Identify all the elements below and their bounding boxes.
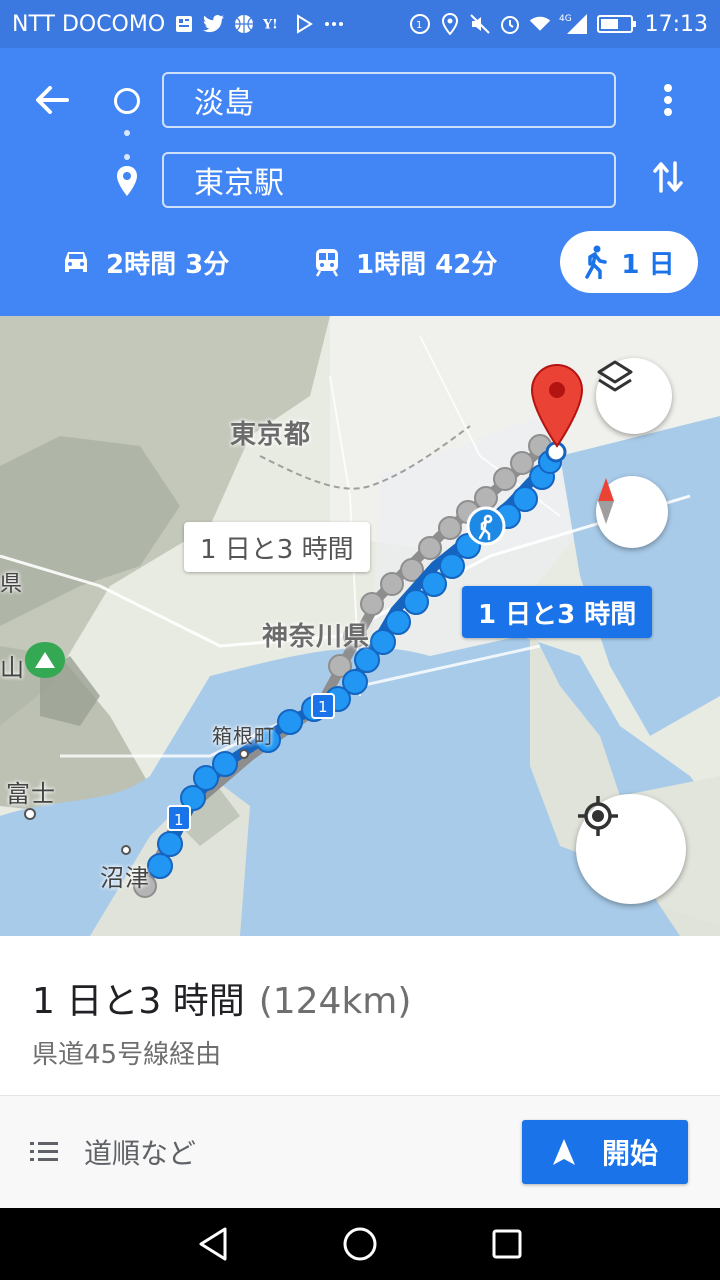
battery-icon (596, 13, 637, 35)
map-label-numazu: 沼津 (100, 864, 150, 892)
yahoo-icon: Y! (263, 13, 285, 35)
map-label-yama: 山 (0, 654, 25, 682)
triangle-back-icon (199, 1227, 227, 1261)
more-dots-icon (323, 13, 345, 35)
city-marker-numazu (121, 845, 131, 855)
svg-text:Y!: Y! (263, 18, 278, 33)
mode-car[interactable]: 2時間 3分 (60, 231, 229, 293)
steps-button[interactable]: 道順など (30, 1124, 196, 1180)
mode-transit-time: 1時間 42分 (356, 249, 498, 280)
map-label-hakone: 箱根町 (212, 724, 275, 748)
swap-vert-icon (653, 161, 683, 193)
status-left: NTT DOCOMO Y! (12, 12, 345, 37)
map-label-kanagawa: 神奈川県 (262, 622, 371, 652)
basketball-icon (233, 13, 255, 35)
mute-icon (469, 13, 491, 35)
car-icon (65, 252, 87, 272)
summary-distance: (124km) (258, 981, 412, 1022)
network-type: 4G (559, 14, 572, 24)
city-marker-fuji (24, 808, 36, 820)
compass-button[interactable] (596, 476, 668, 548)
swap-button[interactable] (644, 152, 692, 202)
svg-text:1: 1 (416, 20, 422, 31)
origin-text: 淡島 (194, 86, 254, 121)
status-bar: NTT DOCOMO Y! 1 4G 17:13 (0, 0, 720, 48)
play-store-icon (293, 13, 315, 35)
nav-recents-button[interactable] (483, 1220, 531, 1268)
circle-home-icon (343, 1227, 377, 1261)
route-connector (124, 130, 130, 160)
summary-via: 県道45号線経由 (32, 1040, 222, 1070)
park-marker-icon (25, 642, 65, 678)
back-arrow-icon (36, 86, 69, 114)
clock: 17:13 (644, 11, 708, 37)
destination-pin-icon (112, 164, 142, 198)
steps-label: 道順など (84, 1137, 197, 1170)
navigation-icon (552, 1139, 575, 1165)
route-summary[interactable]: 1 日と3 時間 (124km) 県道45号線経由 (0, 936, 720, 1096)
system-nav-bar (0, 1208, 720, 1280)
layers-button[interactable] (596, 358, 672, 434)
more-options-button[interactable] (648, 76, 688, 124)
train-icon (315, 249, 339, 277)
status-right: 1 4G 17:13 (409, 12, 708, 37)
alt-route-time-text: 1 日と3 時間 (200, 534, 354, 565)
destination-text: 東京駅 (194, 166, 284, 201)
mode-walk-time: 1 日 (621, 249, 675, 280)
twitter-icon (203, 13, 225, 35)
signal-icon: 4G (559, 13, 589, 35)
mode-walk[interactable]: 1 日 (560, 231, 698, 293)
my-location-button[interactable] (576, 794, 686, 904)
destination-field[interactable]: 東京駅 (162, 152, 616, 208)
main-route-time-text: 1 日と3 時間 (478, 599, 637, 630)
map-label-tokyo: 東京都 (230, 420, 312, 450)
location-icon (439, 13, 461, 35)
back-button[interactable] (22, 78, 82, 122)
map-view[interactable]: 1 1 東京都 神奈川県 箱根町 富士 沼津 山 県 1 日と3 時間 1 日と… (0, 316, 720, 936)
map-label-fuji: 富士 (6, 780, 56, 808)
route-badge-2: 1 (311, 693, 335, 719)
walk-icon (585, 245, 608, 279)
directions-header: 淡島 東京駅 2時間 3分 1時間 42分 1 日 (0, 48, 720, 316)
layers-icon (597, 360, 633, 392)
wifi-icon (529, 13, 551, 35)
carrier-label: NTT DOCOMO (12, 11, 166, 37)
alt-route-time-label[interactable]: 1 日と3 時間 (184, 522, 370, 572)
svg-text:1: 1 (174, 811, 184, 829)
my-location-icon (578, 796, 618, 836)
list-icon (30, 1142, 58, 1161)
news-icon (173, 13, 195, 35)
compass-icon (598, 478, 614, 524)
origin-field[interactable]: 淡島 (162, 72, 616, 128)
start-label: 開始 (601, 1137, 658, 1170)
mode-car-time: 2時間 3分 (106, 249, 230, 280)
svg-text:1: 1 (318, 698, 328, 716)
action-bar: 道順など 開始 (0, 1096, 720, 1208)
alarm-icon (499, 13, 521, 35)
city-marker-hakone (239, 749, 249, 759)
origin-circle-icon (114, 88, 140, 114)
map-label-ken: 県 (0, 572, 24, 597)
summary-duration: 1 日と3 時間 (32, 981, 245, 1022)
square-recents-icon (492, 1229, 522, 1259)
nav-home-button[interactable] (336, 1220, 384, 1268)
more-vert-icon (664, 84, 672, 116)
main-route-time-label[interactable]: 1 日と3 時間 (462, 586, 653, 638)
mode-transit[interactable]: 1時間 42分 (312, 231, 497, 293)
data-saver-icon: 1 (409, 13, 431, 35)
start-button[interactable]: 開始 (522, 1120, 688, 1184)
route-badge-1: 1 (167, 805, 191, 831)
nav-back-button[interactable] (189, 1220, 237, 1268)
summary-time: 1 日と3 時間 (124km) (32, 972, 411, 1024)
